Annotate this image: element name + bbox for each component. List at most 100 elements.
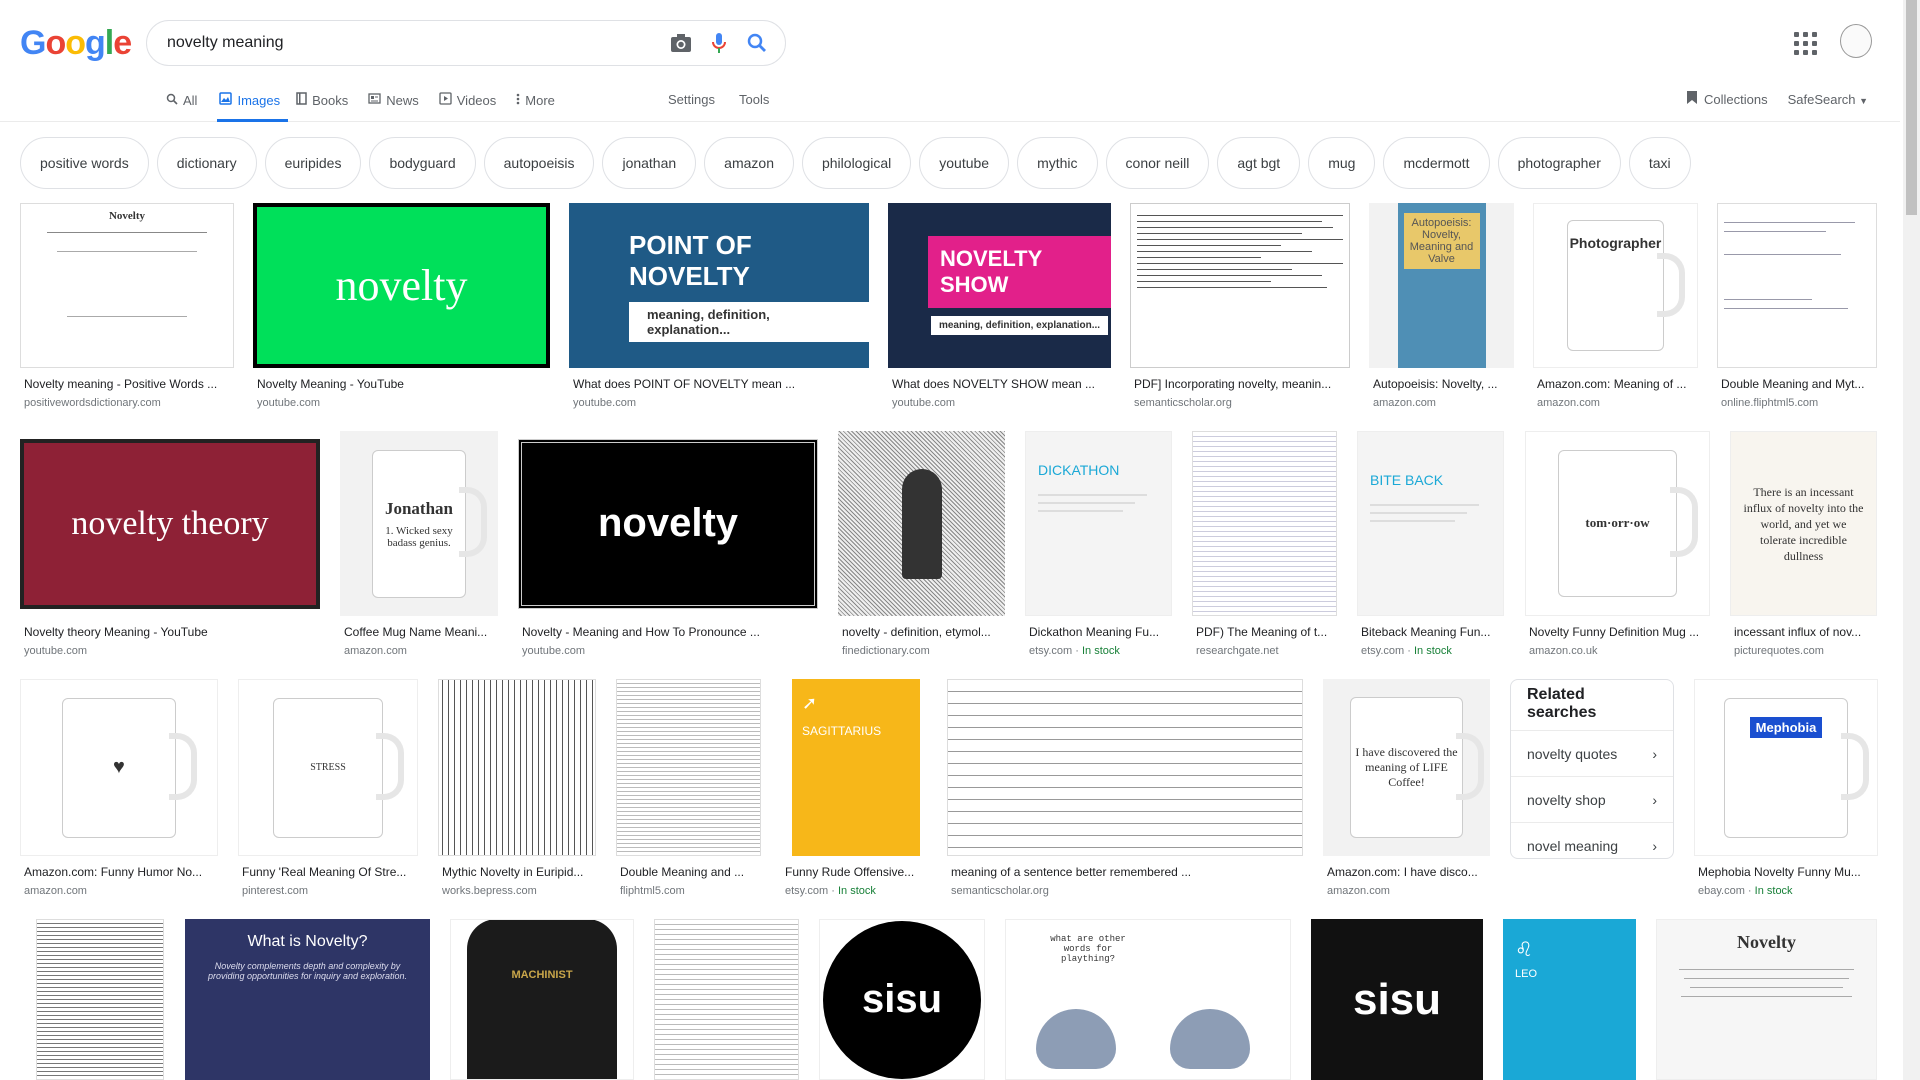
result-item[interactable]: ♌ LEO <box>1503 919 1636 1080</box>
result-caption[interactable]: Novelty theory Meaning - YouTube <box>24 625 320 639</box>
tab-books[interactable]: Books <box>296 88 360 122</box>
result-item[interactable]: Jonathan 1. Wicked sexy badass genius. C… <box>340 431 498 661</box>
collections-button[interactable]: Collections <box>1686 90 1768 108</box>
result-item[interactable]: NOVELTY SHOW meaning, definition, explan… <box>888 203 1111 413</box>
result-item[interactable]: MACHINIST <box>450 919 634 1080</box>
result-caption[interactable]: Double Meaning and Myt... <box>1721 377 1877 391</box>
result-caption[interactable]: Autopoeisis: Novelty, ... <box>1373 377 1513 391</box>
result-item[interactable]: tom·orr·ow Novelty Funny Definition Mug … <box>1525 431 1710 661</box>
result-source[interactable]: ebay.com · In stock <box>1698 885 1793 897</box>
tab-all[interactable]: All <box>166 88 209 122</box>
result-caption[interactable]: meaning of a sentence better remembered … <box>951 865 1303 879</box>
result-item[interactable]: Double Meaning and Myt... online.fliphtm… <box>1717 203 1877 413</box>
search-input[interactable] <box>167 34 669 52</box>
related-search-item[interactable]: novel meaning › <box>1511 822 1673 868</box>
result-item[interactable]: ♥ Amazon.com: Funny Humor No... amazon.c… <box>20 679 218 901</box>
result-item[interactable]: I have discovered the meaning of LIFE Co… <box>1323 679 1490 901</box>
chip[interactable]: euripides <box>264 137 362 189</box>
result-item[interactable]: novelty Novelty Meaning - YouTube youtub… <box>253 203 550 413</box>
chip[interactable]: photographer <box>1497 137 1621 189</box>
result-source[interactable]: amazon.com <box>344 645 407 657</box>
result-source[interactable]: fliphtml5.com <box>620 885 685 897</box>
result-item[interactable]: meaning of a sentence better remembered … <box>947 679 1303 901</box>
tab-videos[interactable]: Videos <box>439 88 509 122</box>
result-source[interactable]: youtube.com <box>257 397 320 409</box>
result-caption[interactable]: Mythic Novelty in Euripid... <box>442 865 596 879</box>
result-source[interactable]: youtube.com <box>573 397 636 409</box>
result-caption[interactable]: novelty - definition, etymol... <box>842 625 1005 639</box>
result-item[interactable]: novelty - definition, etymol... finedict… <box>838 431 1005 661</box>
result-source[interactable]: pinterest.com <box>242 885 308 897</box>
result-caption[interactable]: PDF] Incorporating novelty, meanin... <box>1134 377 1350 391</box>
result-item[interactable]: sisu <box>1311 919 1483 1080</box>
result-item[interactable]: POINT OF NOVELTY meaning, definition, ex… <box>569 203 869 413</box>
result-item[interactable]: Photographer Amazon.com: Meaning of ... … <box>1533 203 1698 413</box>
result-source[interactable]: etsy.com · In stock <box>1361 645 1452 657</box>
tab-news[interactable]: News <box>368 88 431 122</box>
result-item[interactable]: Novelty <box>1656 919 1877 1080</box>
chip[interactable]: mythic <box>1017 137 1098 189</box>
result-source[interactable]: researchgate.net <box>1196 645 1279 657</box>
chip[interactable]: bodyguard <box>369 137 476 189</box>
result-caption[interactable]: Funny 'Real Meaning Of Stre... <box>242 865 418 879</box>
chip[interactable]: positive words <box>20 137 149 189</box>
result-source[interactable]: youtube.com <box>522 645 585 657</box>
result-item[interactable] <box>654 919 799 1080</box>
chip[interactable]: philological <box>801 137 912 189</box>
scrollbar-thumb[interactable] <box>1906 0 1917 215</box>
result-caption[interactable]: What does POINT OF NOVELTY mean ... <box>573 377 869 391</box>
result-caption[interactable]: Amazon.com: I have disco... <box>1327 865 1490 879</box>
tab-more[interactable]: More <box>516 88 567 122</box>
result-item[interactable] <box>36 919 164 1080</box>
result-source[interactable]: amazon.com <box>1327 885 1390 897</box>
result-caption[interactable]: Amazon.com: Meaning of ... <box>1537 377 1697 391</box>
scrollbar[interactable] <box>1903 0 1920 1080</box>
result-caption[interactable]: What does NOVELTY SHOW mean ... <box>892 377 1112 391</box>
result-source[interactable]: amazon.com <box>1373 397 1436 409</box>
result-caption[interactable]: incessant influx of nov... <box>1734 625 1877 639</box>
result-item[interactable]: Novelty Novelty meaning - Positive Words… <box>20 203 234 413</box>
result-item[interactable]: BITE BACK Biteback Meaning Fun... etsy.c… <box>1357 431 1504 661</box>
result-caption[interactable]: Novelty Funny Definition Mug ... <box>1529 625 1710 639</box>
result-caption[interactable]: Amazon.com: Funny Humor No... <box>24 865 218 879</box>
result-caption[interactable]: Biteback Meaning Fun... <box>1361 625 1504 639</box>
chip[interactable]: dictionary <box>156 137 257 189</box>
result-source[interactable]: finedictionary.com <box>842 645 930 657</box>
result-item[interactable]: DICKATHON Dickathon Meaning Fu... etsy.c… <box>1025 431 1172 661</box>
settings-link[interactable]: Settings <box>668 92 715 107</box>
result-caption[interactable]: Dickathon Meaning Fu... <box>1029 625 1172 639</box>
result-item[interactable]: PDF] Incorporating novelty, meanin... se… <box>1130 203 1350 413</box>
related-search-item[interactable]: novelty quotes › <box>1511 730 1673 776</box>
result-source[interactable]: works.bepress.com <box>442 885 537 897</box>
result-source[interactable]: picturequotes.com <box>1734 645 1824 657</box>
chip[interactable]: taxi <box>1628 137 1691 189</box>
result-source[interactable]: semanticscholar.org <box>1134 397 1232 409</box>
result-item[interactable]: STRESS Funny 'Real Meaning Of Stre... pi… <box>238 679 418 901</box>
result-item[interactable]: Double Meaning and ... fliphtml5.com <box>616 679 761 901</box>
result-item[interactable]: There is an incessant influx of novelty … <box>1730 431 1877 661</box>
tab-images[interactable]: Images <box>217 88 289 122</box>
result-item[interactable]: novelty Novelty - Meaning and How To Pro… <box>518 431 818 661</box>
result-source[interactable]: amazon.co.uk <box>1529 645 1597 657</box>
result-source[interactable]: amazon.com <box>24 885 87 897</box>
microphone-icon[interactable] <box>707 31 731 55</box>
result-source[interactable]: online.fliphtml5.com <box>1721 397 1818 409</box>
result-source[interactable]: positivewordsdictionary.com <box>24 397 161 409</box>
result-caption[interactable]: Coffee Mug Name Meani... <box>344 625 498 639</box>
apps-grid-icon[interactable] <box>1794 32 1818 56</box>
chip[interactable]: agt bgt <box>1217 137 1301 189</box>
result-item[interactable]: What is Novelty? Novelty complements dep… <box>185 919 430 1080</box>
camera-icon[interactable] <box>669 31 693 55</box>
result-caption[interactable]: Mephobia Novelty Funny Mu... <box>1698 865 1878 879</box>
result-item[interactable]: Mephobia Mephobia Novelty Funny Mu... eb… <box>1694 679 1878 901</box>
chip[interactable]: youtube <box>919 137 1010 189</box>
chip[interactable]: amazon <box>704 137 794 189</box>
related-search-item[interactable]: novelty shop › <box>1511 776 1673 822</box>
result-caption[interactable]: Novelty - Meaning and How To Pronounce .… <box>522 625 818 639</box>
result-source[interactable]: amazon.com <box>1537 397 1600 409</box>
result-caption[interactable]: Funny Rude Offensive... <box>785 865 931 879</box>
search-icon[interactable] <box>745 31 769 55</box>
tools-link[interactable]: Tools <box>739 92 769 107</box>
result-source[interactable]: youtube.com <box>24 645 87 657</box>
chip[interactable]: mug <box>1308 137 1376 189</box>
